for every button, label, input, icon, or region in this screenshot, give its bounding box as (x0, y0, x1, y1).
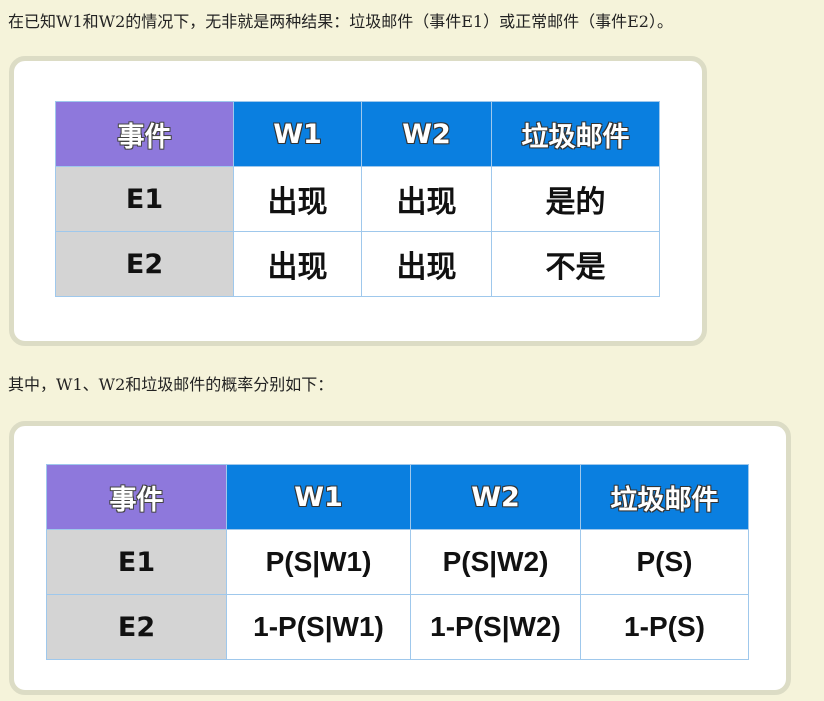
intro-paragraph: 在已知W1和W2的情况下，无非就是两种结果：垃圾邮件（事件E1）或正常邮件（事件… (8, 12, 673, 31)
table-card-2: 事件 W1 W2 垃圾邮件 E1 P(S|W1) P(S|W2) P(S) E2… (9, 421, 791, 695)
table-row: E1 出现 出现 是的 (55, 166, 660, 232)
header-w2: W2 (410, 464, 581, 530)
probability-table: 事件 W1 W2 垃圾邮件 E1 P(S|W1) P(S|W2) P(S) E2… (46, 464, 749, 660)
cell-e2-w1: 出现 (233, 231, 362, 297)
cell-e2-spam: 1-P(S) (580, 594, 749, 660)
table-card-1: 事件 W1 W2 垃圾邮件 E1 出现 出现 是的 E2 出现 出现 不是 (9, 56, 707, 346)
cell-e1-spam: P(S) (580, 529, 749, 595)
cell-e1-w2: 出现 (361, 166, 492, 232)
cell-e2-w2: 1-P(S|W2) (410, 594, 581, 660)
cell-e2-w1: 1-P(S|W1) (226, 594, 411, 660)
cell-e2-spam: 不是 (491, 231, 660, 297)
header-w1: W1 (233, 101, 362, 167)
header-spam: 垃圾邮件 (580, 464, 749, 530)
table-header-row: 事件 W1 W2 垃圾邮件 (46, 464, 749, 530)
row-label-e1: E1 (46, 529, 227, 595)
row-label-e2: E2 (46, 594, 227, 660)
header-spam: 垃圾邮件 (491, 101, 660, 167)
row-label-e2: E2 (55, 231, 234, 297)
cell-e1-w2: P(S|W2) (410, 529, 581, 595)
cell-e2-w2: 出现 (361, 231, 492, 297)
row-label-e1: E1 (55, 166, 234, 232)
cell-e1-w1: P(S|W1) (226, 529, 411, 595)
cell-e1-spam: 是的 (491, 166, 660, 232)
events-table: 事件 W1 W2 垃圾邮件 E1 出现 出现 是的 E2 出现 出现 不是 (55, 101, 660, 297)
header-w1: W1 (226, 464, 411, 530)
table-header-row: 事件 W1 W2 垃圾邮件 (55, 101, 660, 167)
table-row: E2 1-P(S|W1) 1-P(S|W2) 1-P(S) (46, 594, 749, 660)
probability-paragraph: 其中，W1、W2和垃圾邮件的概率分别如下： (8, 375, 334, 394)
header-event: 事件 (46, 464, 227, 530)
table-row: E1 P(S|W1) P(S|W2) P(S) (46, 529, 749, 595)
header-event: 事件 (55, 101, 234, 167)
cell-e1-w1: 出现 (233, 166, 362, 232)
header-w2: W2 (361, 101, 492, 167)
table-row: E2 出现 出现 不是 (55, 231, 660, 297)
